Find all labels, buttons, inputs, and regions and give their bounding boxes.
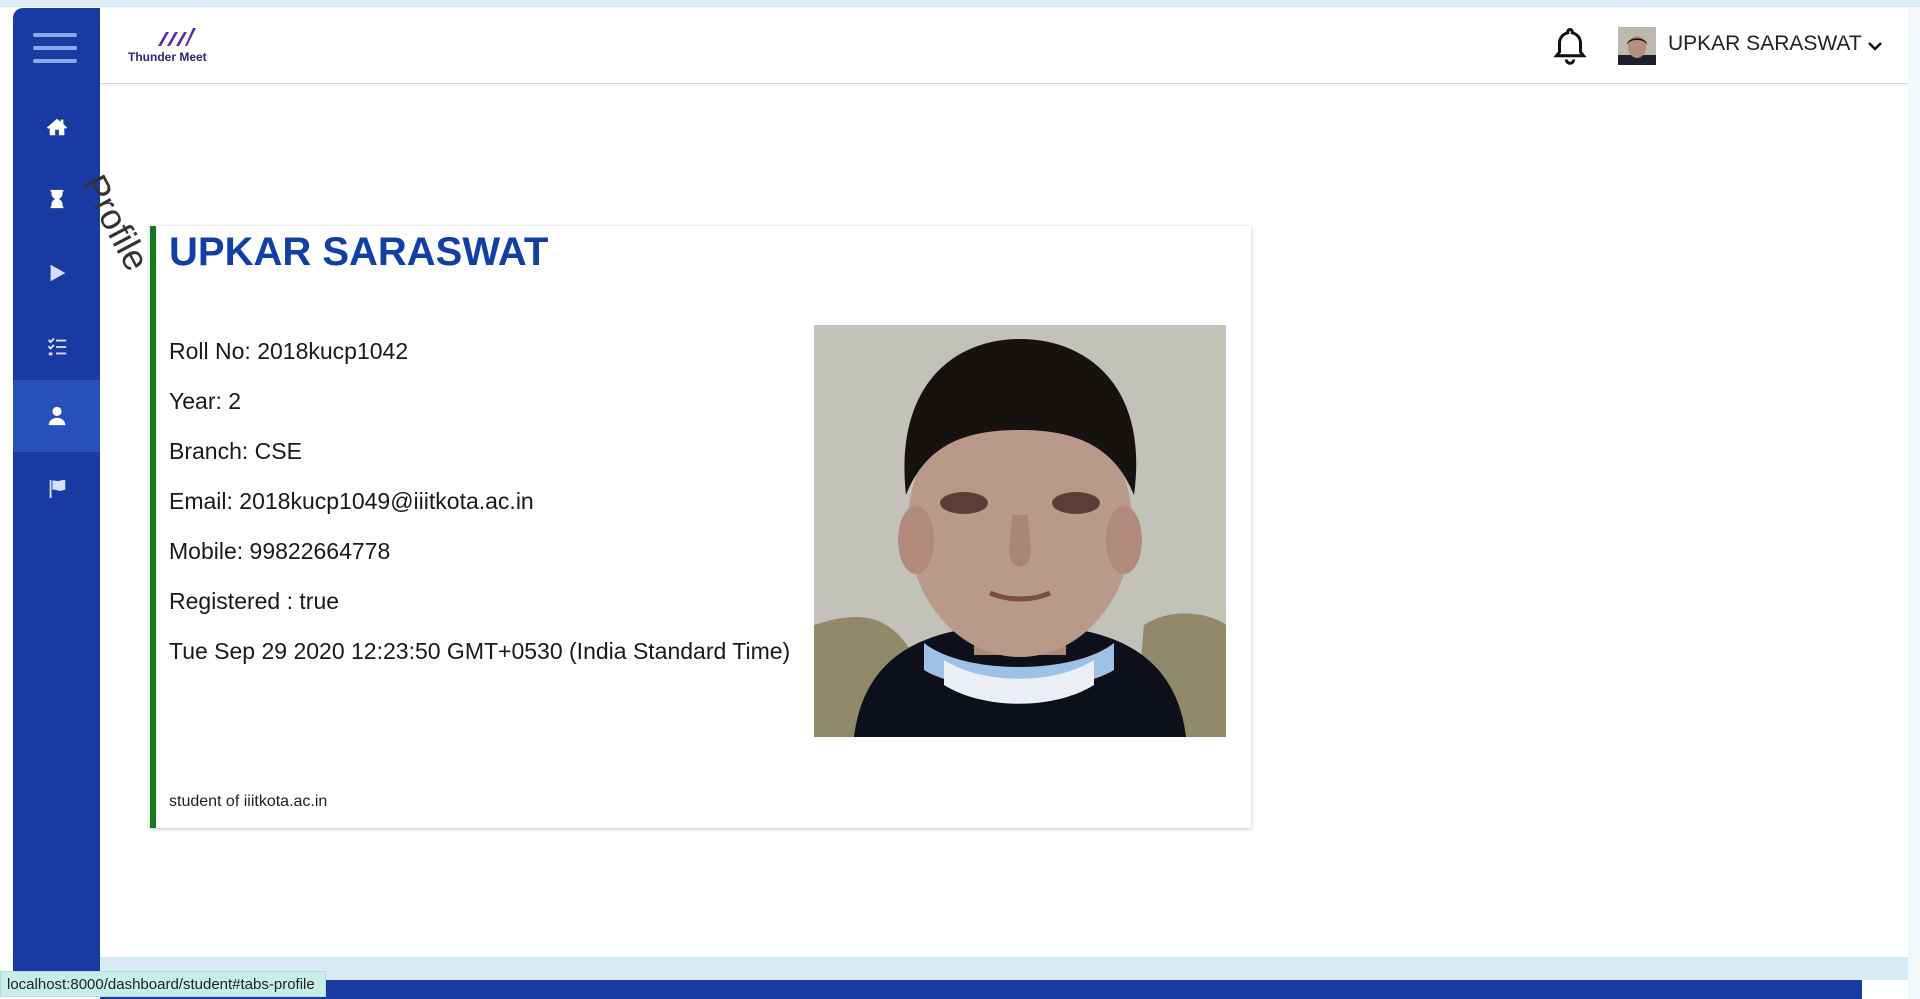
year: Year: 2	[169, 388, 242, 414]
avatar[interactable]	[1618, 27, 1656, 65]
play-icon	[50, 264, 65, 282]
sidebar	[13, 8, 100, 991]
profile-name: UPKAR SARASWAT	[169, 230, 549, 274]
branch: Branch: CSE	[169, 438, 302, 464]
footer-strip	[100, 957, 1908, 980]
flag-icon	[49, 479, 65, 499]
footer-bar	[100, 980, 1862, 999]
app-logo[interactable]: Thunder Meet	[128, 26, 238, 72]
profile-card: UPKAR SARASWAT Roll No: 2018kucp1042 Yea…	[150, 226, 1251, 828]
logo-text: Thunder Meet	[128, 50, 207, 64]
top-header: Thunder Meet UPKAR SARASWAT	[100, 8, 1908, 84]
roll-number: Roll No: 2018kucp1042	[169, 338, 409, 364]
user-icon	[48, 406, 65, 426]
sidebar-item-profile[interactable]	[13, 380, 100, 452]
logo-mark-icon	[158, 28, 196, 46]
registered-status: Registered : true	[169, 588, 340, 614]
card-footer: student of iiitkota.ac.in	[169, 793, 328, 810]
registration-date: Tue Sep 29 2020 12:23:50 GMT+0530 (India…	[169, 638, 791, 664]
email: Email: 2018kucp1049@iiitkota.ac.in	[169, 488, 534, 514]
notification-bell-icon[interactable]	[1552, 26, 1588, 66]
hourglass-icon	[50, 189, 63, 209]
home-icon	[46, 118, 67, 136]
chevron-down-icon[interactable]	[1865, 36, 1885, 56]
hamburger-menu-icon[interactable]	[33, 33, 77, 65]
sidebar-item-home[interactable]	[13, 91, 100, 163]
profile-photo	[814, 325, 1226, 737]
user-name[interactable]: UPKAR SARASWAT	[1668, 32, 1862, 56]
list-check-icon	[47, 337, 66, 356]
mobile: Mobile: 99822664778	[169, 538, 391, 564]
right-scroll-track	[1908, 8, 1920, 999]
status-bar-url: localhost:8000/dashboard/student#tabs-pr…	[0, 971, 326, 997]
sidebar-item-flag[interactable]	[13, 453, 100, 525]
sidebar-item-tasks[interactable]	[13, 311, 100, 383]
sidebar-item-play[interactable]	[13, 237, 100, 309]
browser-top-strip	[0, 0, 1920, 7]
